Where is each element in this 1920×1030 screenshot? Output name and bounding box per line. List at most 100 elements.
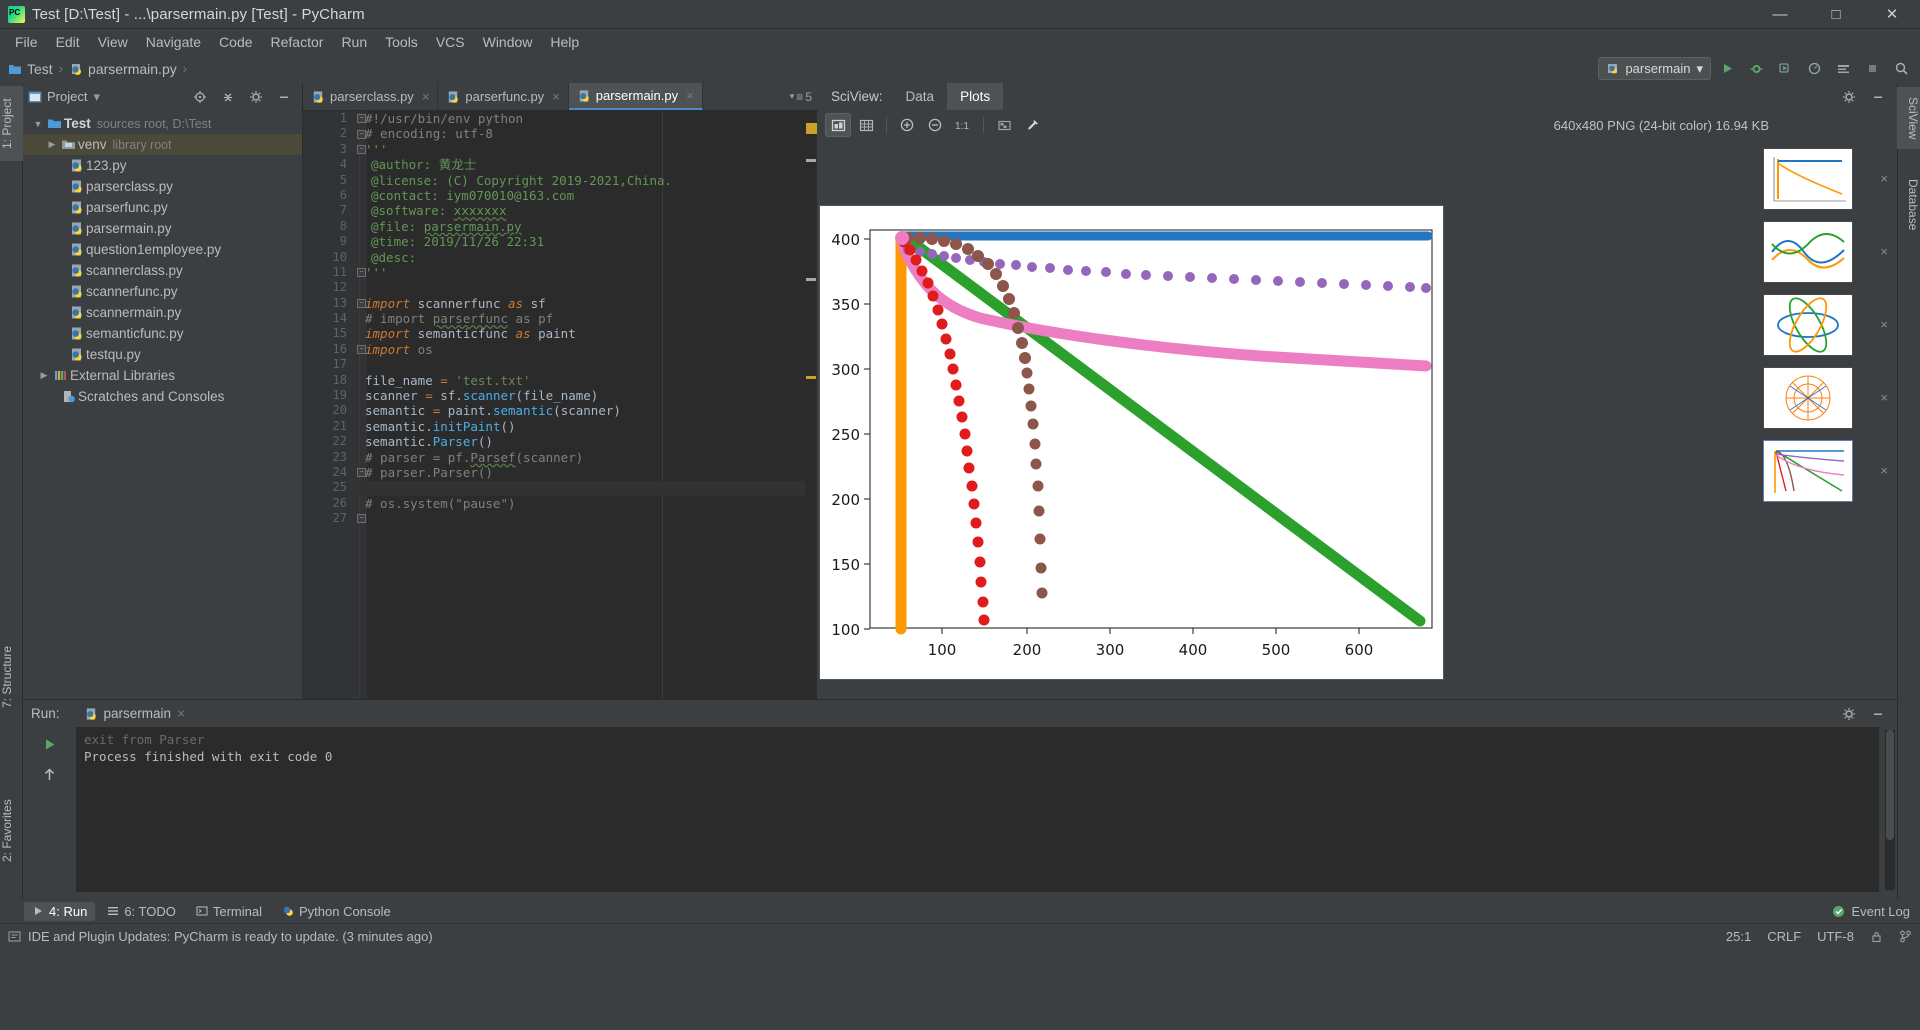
run-configuration-selector[interactable]: parsermain ▾ bbox=[1598, 57, 1711, 80]
fold-marker[interactable]: − bbox=[357, 299, 366, 308]
editor-tab-parserfunc[interactable]: parserfunc.py × bbox=[438, 83, 569, 110]
menu-code[interactable]: Code bbox=[210, 31, 261, 53]
fold-marker[interactable]: − bbox=[357, 345, 366, 354]
warning-marker[interactable] bbox=[806, 123, 817, 134]
menu-vcs[interactable]: VCS bbox=[427, 31, 474, 53]
bottom-tab-terminal[interactable]: Terminal bbox=[188, 902, 270, 921]
tree-node-scannerclass-py[interactable]: scannerclass.py bbox=[23, 260, 302, 281]
file-encoding[interactable]: UTF-8 bbox=[1817, 929, 1854, 944]
fold-marker[interactable]: − bbox=[357, 468, 366, 477]
tree-node-parserfunc-py[interactable]: parserfunc.py bbox=[23, 197, 302, 218]
project-panel-caret[interactable]: ▾ bbox=[93, 89, 100, 105]
run-console-output[interactable]: exit from Parser Process finished with e… bbox=[76, 727, 1879, 892]
plot-thumbnail-4[interactable] bbox=[1763, 367, 1853, 429]
lock-icon[interactable] bbox=[1870, 930, 1883, 943]
tree-node-testqu-py[interactable]: testqu.py bbox=[23, 344, 302, 365]
close-icon[interactable]: × bbox=[552, 89, 560, 104]
debug-button[interactable] bbox=[1743, 57, 1769, 80]
branch-icon[interactable] bbox=[1899, 930, 1912, 943]
plot-canvas[interactable]: 400 350 300 250 200 150 100 100 200 300 … bbox=[819, 205, 1444, 680]
color-picker-icon[interactable] bbox=[1019, 113, 1045, 137]
sidebar-tab-sciview[interactable]: SciView bbox=[1897, 87, 1920, 149]
plot-thumbnail-3[interactable] bbox=[1763, 294, 1853, 356]
tree-node-scannermain-py[interactable]: scannermain.py bbox=[23, 302, 302, 323]
menu-view[interactable]: View bbox=[89, 31, 137, 53]
close-icon[interactable]: × bbox=[1880, 244, 1888, 259]
close-icon[interactable]: × bbox=[177, 706, 185, 721]
bottom-tab-python-console[interactable]: Python Console bbox=[274, 902, 399, 921]
minimize-button[interactable]: — bbox=[1752, 0, 1808, 29]
close-icon[interactable]: × bbox=[1880, 463, 1888, 478]
scroll-up-button[interactable] bbox=[37, 763, 63, 786]
gear-icon[interactable] bbox=[1836, 702, 1862, 725]
actual-grid-icon[interactable] bbox=[853, 113, 879, 137]
bottom-tab-todo[interactable]: 6: TODO bbox=[99, 902, 184, 921]
stop-button[interactable] bbox=[1859, 57, 1885, 80]
fit-to-window-icon[interactable] bbox=[825, 113, 851, 137]
tree-node-semanticfunc-py[interactable]: semanticfunc.py bbox=[23, 323, 302, 344]
close-button[interactable]: ✕ bbox=[1864, 0, 1920, 29]
editor-marker-bar[interactable] bbox=[805, 111, 817, 699]
search-everywhere-button[interactable] bbox=[1888, 57, 1914, 80]
plot-thumbnail-2[interactable] bbox=[1763, 221, 1853, 283]
editor-tab-overflow[interactable]: ▾ ≡ 5 bbox=[790, 83, 817, 110]
breadcrumb-file[interactable]: parsermain.py bbox=[69, 61, 177, 77]
event-log-button[interactable]: Event Log bbox=[1832, 904, 1920, 919]
sidebar-tab-favorites[interactable]: 2: Favorites bbox=[0, 783, 23, 878]
tree-node-external-libraries[interactable]: ▶ External Libraries bbox=[23, 365, 302, 386]
fold-marker[interactable]: − bbox=[357, 145, 366, 154]
tab-plots[interactable]: Plots bbox=[947, 83, 1004, 110]
console-scrollbar[interactable] bbox=[1885, 730, 1895, 890]
menu-tools[interactable]: Tools bbox=[376, 31, 427, 53]
attach-to-process-button[interactable] bbox=[1830, 57, 1856, 80]
expand-arrow-icon[interactable]: ▶ bbox=[45, 139, 59, 150]
fold-marker[interactable]: − bbox=[357, 129, 366, 139]
tree-node-scratches-and-consoles[interactable]: Scratches and Consoles bbox=[23, 386, 302, 407]
tree-node-parserclass-py[interactable]: parserclass.py bbox=[23, 176, 302, 197]
tree-node-scannerfunc-py[interactable]: scannerfunc.py bbox=[23, 281, 302, 302]
fold-marker[interactable]: − bbox=[357, 514, 366, 523]
plot-thumbnail-1[interactable] bbox=[1763, 148, 1853, 210]
tree-node-venv[interactable]: ▶ venv library root bbox=[23, 134, 302, 155]
editor-tab-parsermain[interactable]: parsermain.py × bbox=[568, 83, 703, 110]
menu-navigate[interactable]: Navigate bbox=[137, 31, 210, 53]
close-icon[interactable]: × bbox=[686, 88, 694, 103]
tree-node-123-py[interactable]: 123.py bbox=[23, 155, 302, 176]
editor-tab-parserclass[interactable]: parserclass.py × bbox=[303, 83, 439, 110]
menu-run[interactable]: Run bbox=[332, 31, 376, 53]
code-marker[interactable] bbox=[806, 159, 816, 162]
plot-thumbnail-5[interactable] bbox=[1763, 440, 1853, 502]
sidebar-tab-project[interactable]: 1: Project bbox=[0, 86, 23, 161]
zoom-reset-icon[interactable]: 1:1 bbox=[950, 113, 976, 137]
menu-edit[interactable]: Edit bbox=[47, 31, 89, 53]
caret-position[interactable]: 25:1 bbox=[1726, 929, 1751, 944]
maximize-button[interactable]: □ bbox=[1808, 0, 1864, 29]
close-icon[interactable]: × bbox=[422, 89, 430, 104]
hide-icon[interactable] bbox=[271, 85, 297, 108]
menu-refactor[interactable]: Refactor bbox=[262, 31, 333, 53]
tree-node-parsermain-py[interactable]: parsermain.py bbox=[23, 218, 302, 239]
code-editor[interactable]: 1 #!/usr/bin/env python 2 # encoding: utf-… bbox=[303, 111, 817, 699]
locate-icon[interactable] bbox=[187, 85, 213, 108]
code-marker[interactable] bbox=[806, 278, 816, 281]
menu-file[interactable]: File bbox=[6, 31, 47, 53]
hide-icon[interactable] bbox=[1865, 85, 1891, 108]
close-icon[interactable]: × bbox=[1880, 171, 1888, 186]
sidebar-tab-database[interactable]: Database bbox=[1897, 169, 1920, 241]
collapse-all-icon[interactable] bbox=[215, 85, 241, 108]
sidebar-tab-structure[interactable]: 7: Structure bbox=[0, 631, 23, 723]
tab-data[interactable]: Data bbox=[893, 83, 948, 110]
close-icon[interactable]: × bbox=[1880, 390, 1888, 405]
profile-button[interactable] bbox=[1801, 57, 1827, 80]
status-message[interactable]: IDE and Plugin Updates: PyCharm is ready… bbox=[28, 929, 433, 944]
zoom-in-icon[interactable] bbox=[894, 113, 920, 137]
expand-arrow-icon[interactable]: ▶ bbox=[37, 370, 51, 381]
tree-node-question1employee-py[interactable]: question1employee.py bbox=[23, 239, 302, 260]
breadcrumb-project[interactable]: Test bbox=[8, 61, 53, 77]
fold-marker[interactable]: − bbox=[357, 114, 366, 123]
tree-node-test[interactable]: ▼ Test sources root, D:\Test bbox=[23, 113, 302, 134]
expand-arrow-icon[interactable]: ▼ bbox=[31, 119, 45, 129]
zoom-out-icon[interactable] bbox=[922, 113, 948, 137]
rerun-button[interactable] bbox=[37, 733, 63, 756]
transparency-icon[interactable] bbox=[991, 113, 1017, 137]
